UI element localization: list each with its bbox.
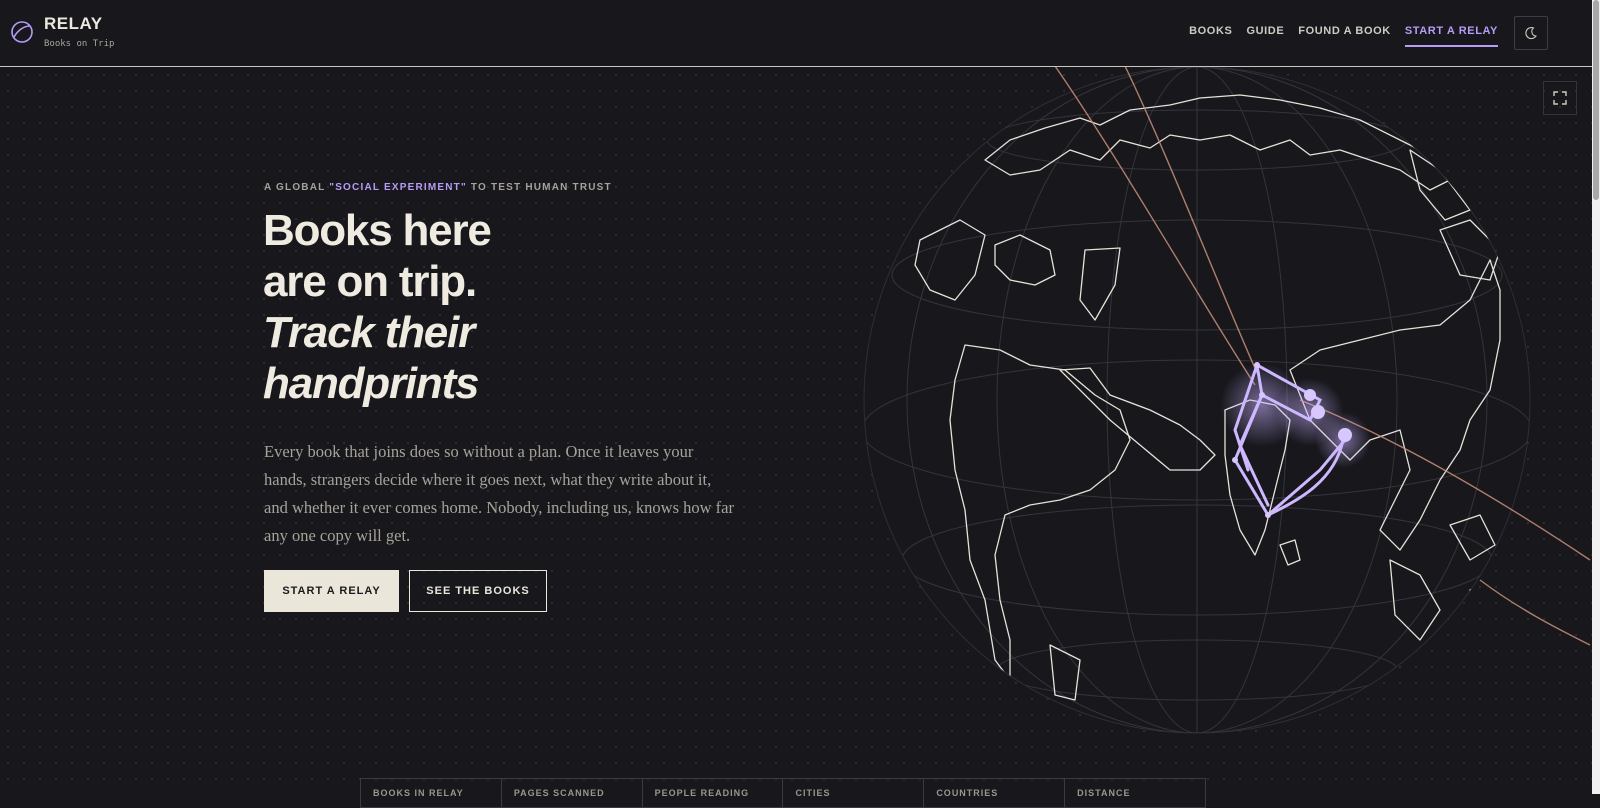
main-nav: BOOKS GUIDE FOUND A BOOK START A RELAY [1189,25,1498,47]
stat-people-reading: PEOPLE READING [643,779,784,807]
stats-strip: BOOKS IN RELAY PAGES SCANNED PEOPLE READ… [360,778,1206,808]
see-books-button[interactable]: SEE THE BOOKS [409,570,547,612]
nav-books[interactable]: BOOKS [1189,25,1232,47]
eyebrow-highlight: "SOCIAL EXPERIMENT" [329,182,467,193]
stat-pages-scanned: PAGES SCANNED [502,779,643,807]
stat-cities: CITIES [783,779,925,807]
headline-line-4: handprints [263,359,480,408]
page-scrollbar[interactable] [1592,0,1600,794]
globe-visualization[interactable] [860,66,1592,736]
stat-books-in-relay: BOOKS IN RELAY [361,779,502,807]
headline-line-3: Track their [263,308,475,357]
hero-eyebrow: A GLOBAL "SOCIAL EXPERIMENT" TO TEST HUM… [264,182,612,193]
stat-distance: DISTANCE [1077,788,1131,798]
headline-line-1: Books here [263,206,492,255]
stat-countries: COUNTRIES [924,779,1066,807]
brand-title: RELAY [44,14,103,33]
brand-subtitle: Books on Trip [44,39,115,49]
hero-body: Every book that joins does so without a … [264,442,734,545]
nav-found-a-book[interactable]: FOUND A BOOK [1298,25,1391,47]
nav-guide[interactable]: GUIDE [1246,25,1284,47]
site-header: RELAY Books on Trip BOOKS GUIDE FOUND A … [0,0,1592,67]
headline-line-2: are on trip. [263,257,477,306]
scrollbar-thumb[interactable] [1593,0,1599,200]
expand-icon [1553,91,1567,105]
brand[interactable]: RELAY Books on Trip [10,14,114,49]
eyebrow-pre: A GLOBAL [264,182,330,193]
theme-toggle-button[interactable] [1514,16,1548,50]
moon-icon [1525,27,1537,40]
orbit-logo-icon [11,21,33,43]
nav-start-a-relay[interactable]: START A RELAY [1404,25,1498,47]
hero-headline: Books here are on trip. Track their hand… [263,205,492,409]
fullscreen-button[interactable] [1543,81,1577,115]
eyebrow-post: TO TEST HUMAN TRUST [466,182,612,193]
start-relay-button[interactable]: START A RELAY [264,570,399,612]
